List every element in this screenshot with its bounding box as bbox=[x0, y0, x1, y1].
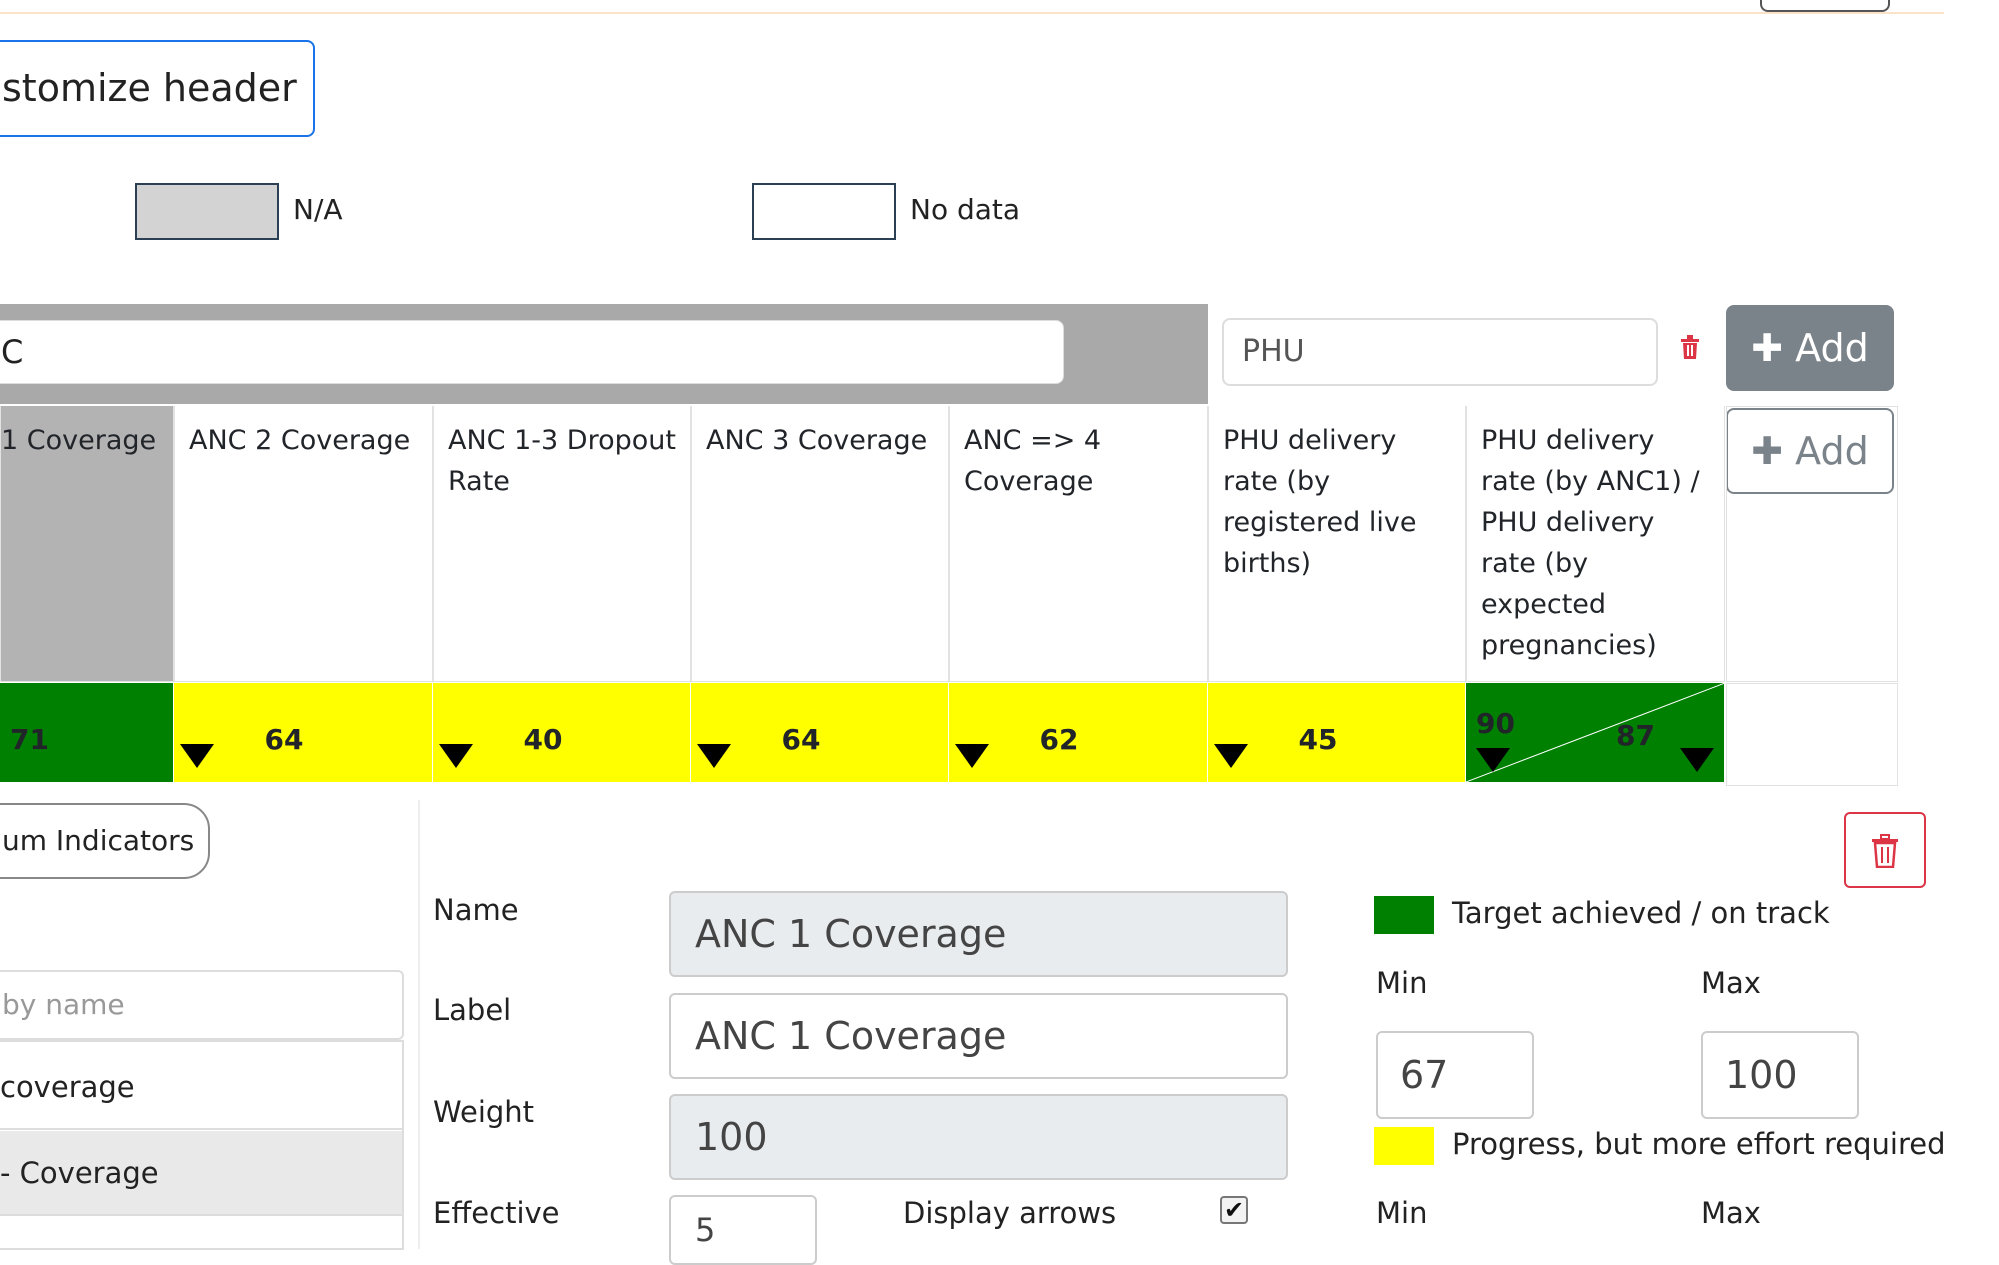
cell-value-b: 87 bbox=[1616, 719, 1655, 752]
label-input[interactable]: ANC 1 Coverage bbox=[669, 993, 1288, 1079]
column-header[interactable]: ANC 1-3 Dropout Rate bbox=[433, 406, 691, 682]
value-cell[interactable]: 40 bbox=[433, 683, 691, 782]
min-label: Min bbox=[1376, 966, 1428, 1000]
customize-header-button[interactable]: stomize header bbox=[0, 40, 315, 137]
arrow-down-icon bbox=[1476, 748, 1510, 772]
indicator-search-input[interactable]: by name bbox=[0, 970, 404, 1040]
weight-label: Weight bbox=[433, 1095, 535, 1129]
column-header[interactable]: ANC => 4 Coverage bbox=[949, 406, 1208, 682]
legend-text-yellow: Progress, but more effort required bbox=[1452, 1127, 1946, 1161]
column-header[interactable]: PHU delivery rate (by ANC1) / PHU delive… bbox=[1466, 406, 1725, 682]
cell-value-a: 90 bbox=[1476, 707, 1515, 740]
plus-icon: ✚ bbox=[1751, 326, 1784, 370]
na-swatch bbox=[135, 183, 279, 240]
cell-value: 64 bbox=[781, 723, 821, 756]
no-data-swatch bbox=[752, 183, 896, 240]
top-button-edge[interactable] bbox=[1760, 0, 1890, 12]
value-cell[interactable]: 45 bbox=[1208, 683, 1466, 782]
weight-input: 100 bbox=[669, 1094, 1288, 1180]
list-item-selected[interactable]: - Coverage bbox=[0, 1131, 402, 1216]
value-cell[interactable]: 62 bbox=[949, 683, 1208, 782]
arrow-down-icon bbox=[1680, 748, 1714, 772]
max-label: Max bbox=[1701, 1196, 1761, 1230]
green-swatch bbox=[1374, 896, 1434, 934]
list-item[interactable]: coverage bbox=[0, 1045, 402, 1130]
group2-name-input[interactable]: PHU bbox=[1222, 318, 1658, 386]
column-header[interactable]: ANC 3 Coverage bbox=[691, 406, 949, 682]
column-header[interactable]: 1 Coverage bbox=[0, 406, 174, 682]
name-input: ANC 1 Coverage bbox=[669, 891, 1288, 977]
cell-value: 40 bbox=[523, 723, 563, 756]
display-arrows-label: Display arrows bbox=[903, 1196, 1117, 1230]
trash-icon bbox=[1872, 834, 1898, 869]
effective-label: Effective bbox=[433, 1196, 560, 1230]
add-column-cell bbox=[1726, 406, 1898, 682]
split-value-cell[interactable]: 90 87 bbox=[1466, 683, 1725, 782]
value-cell[interactable]: 64 bbox=[174, 683, 433, 782]
green-max-input[interactable]: 100 bbox=[1701, 1031, 1859, 1119]
na-label: N/A bbox=[293, 193, 343, 226]
column-header[interactable]: ANC 2 Coverage bbox=[174, 406, 433, 682]
top-divider bbox=[0, 12, 1944, 14]
effective-input[interactable]: 5 bbox=[669, 1195, 817, 1265]
empty-cell bbox=[1726, 683, 1898, 786]
delete-indicator-button[interactable] bbox=[1844, 812, 1926, 888]
add-group-button[interactable]: ✚ Add bbox=[1726, 305, 1894, 391]
name-label: Name bbox=[433, 893, 519, 927]
green-min-input[interactable]: 67 bbox=[1376, 1031, 1534, 1119]
indicators-button[interactable]: um Indicators bbox=[0, 803, 210, 879]
label-label: Label bbox=[433, 993, 512, 1027]
cell-value: 45 bbox=[1298, 723, 1338, 756]
group-name-input[interactable]: C bbox=[0, 320, 1064, 384]
panel-divider bbox=[418, 800, 420, 1249]
column-header[interactable]: PHU delivery rate (by registered live bi… bbox=[1208, 406, 1466, 682]
legend-text-green: Target achieved / on track bbox=[1452, 896, 1830, 930]
yellow-swatch bbox=[1374, 1127, 1434, 1165]
value-cell[interactable]: 71 bbox=[0, 683, 174, 782]
cell-value: 62 bbox=[1039, 723, 1079, 756]
min-label: Min bbox=[1376, 1196, 1428, 1230]
check-icon: ✔ bbox=[1223, 1196, 1245, 1224]
delete-group-icon[interactable] bbox=[1672, 332, 1708, 372]
cell-value: 64 bbox=[264, 723, 304, 756]
max-label: Max bbox=[1701, 966, 1761, 1000]
value-cell[interactable]: 64 bbox=[691, 683, 949, 782]
no-data-label: No data bbox=[910, 193, 1021, 226]
display-arrows-checkbox[interactable]: ✔ bbox=[1220, 1196, 1248, 1224]
cell-value: 71 bbox=[10, 723, 49, 756]
